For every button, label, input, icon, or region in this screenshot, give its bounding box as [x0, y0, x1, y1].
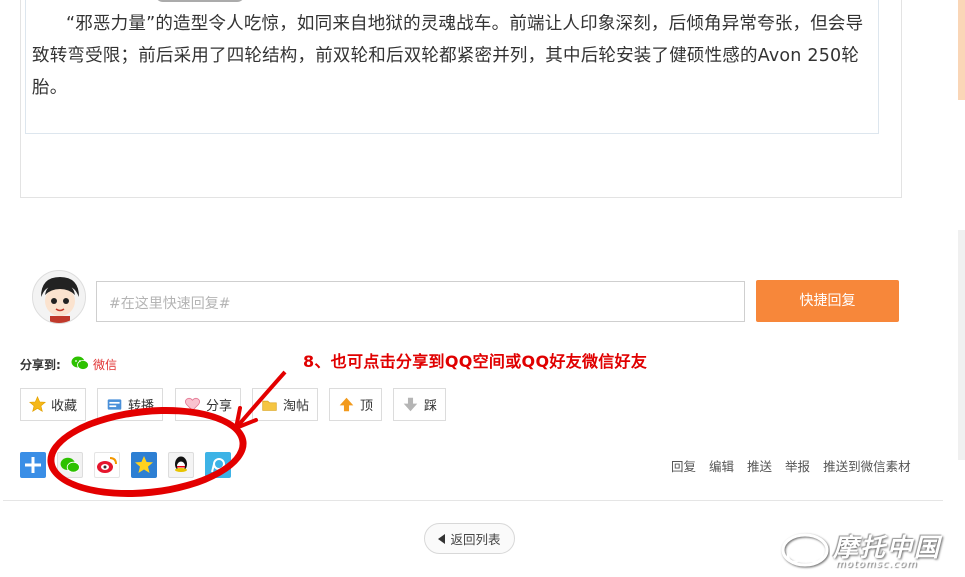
- site-watermark: 摩托中国 motomsc.com: [780, 526, 960, 574]
- push-to-wechat-link[interactable]: 推送到微信素材: [823, 456, 911, 475]
- up-arrow-icon: [339, 397, 354, 412]
- wechat-share-link[interactable]: 微信: [93, 356, 117, 373]
- quick-reply-placeholder: #在这里快速回复#: [109, 296, 231, 312]
- edit-link[interactable]: 编辑: [709, 456, 734, 475]
- upvote-label: 顶: [360, 399, 374, 414]
- section-divider: [3, 500, 943, 501]
- tutorial-annotation: 8、也可点击分享到QQ空间或QQ好友微信好友: [303, 352, 648, 371]
- quick-reply-button[interactable]: 快捷回复: [756, 280, 899, 322]
- motorcycle-logo-icon: [781, 533, 829, 567]
- upvote-button[interactable]: 顶: [329, 388, 382, 421]
- right-edge-decoration: [958, 0, 965, 100]
- down-arrow-icon: [403, 397, 418, 412]
- watermark-url: motomsc.com: [836, 559, 918, 570]
- downvote-label: 踩: [424, 399, 438, 414]
- wechat-icon[interactable]: [71, 356, 89, 370]
- star-icon: [29, 396, 46, 413]
- favorite-label: 收藏: [51, 399, 78, 414]
- article-image-bottom-edge: [155, 0, 245, 2]
- avatar[interactable]: [32, 270, 86, 324]
- back-to-list-button[interactable]: 返回列表: [424, 523, 515, 554]
- cartoon-avatar-icon: [33, 271, 85, 323]
- favorite-button[interactable]: 收藏: [20, 388, 86, 421]
- right-sidebar-edge: [958, 230, 965, 460]
- quick-reply-input[interactable]: #在这里快速回复#: [96, 281, 745, 322]
- chevron-left-icon: [438, 533, 446, 544]
- report-link[interactable]: 举报: [785, 456, 810, 475]
- article-paragraph: “邪恶力量”的造型令人吃惊，如同来自地狱的灵魂战车。前端让人印象深刻，后倾角异常…: [32, 14, 864, 98]
- share-label: 分享到:: [20, 358, 61, 372]
- reply-link[interactable]: 回复: [671, 456, 696, 475]
- back-to-list-label: 返回列表: [450, 532, 501, 547]
- add-share-icon[interactable]: [20, 452, 46, 478]
- post-actions-links: 回复 编辑 推送 举报 推送到微信素材: [671, 456, 911, 475]
- push-link[interactable]: 推送: [747, 456, 772, 475]
- red-arrow-annotation: [234, 370, 287, 430]
- downvote-button[interactable]: 踩: [393, 388, 446, 421]
